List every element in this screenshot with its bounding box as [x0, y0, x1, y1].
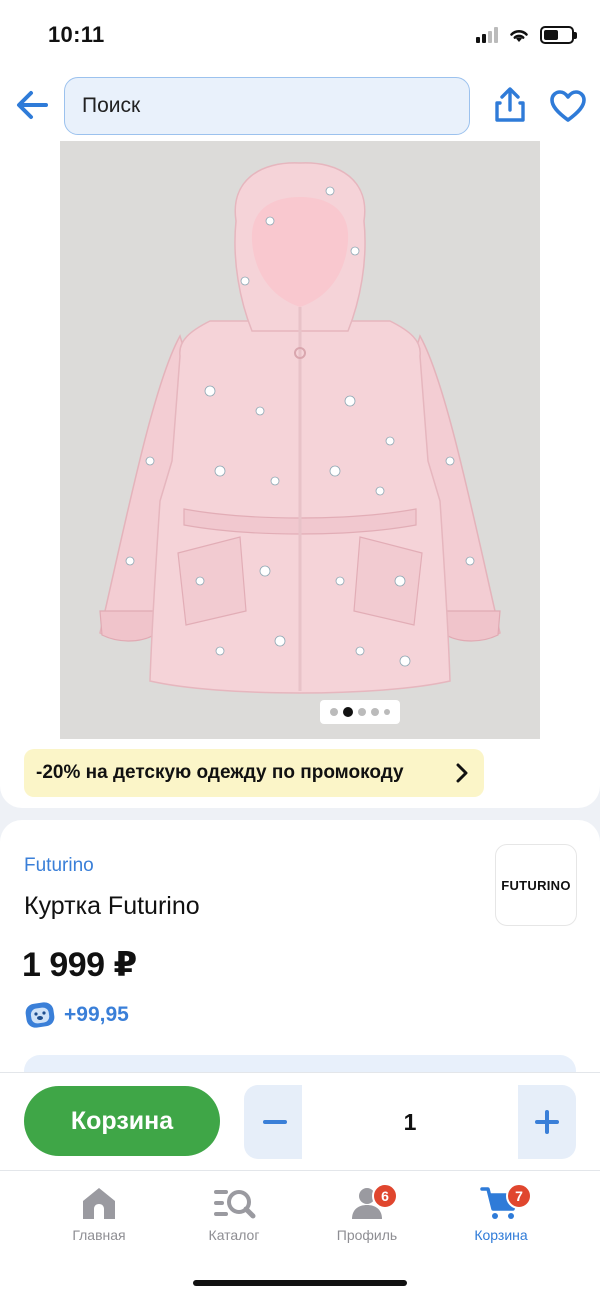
bonus-bear-icon — [25, 1002, 55, 1028]
minus-icon — [263, 1120, 287, 1124]
tab-label-catalog: Каталог — [208, 1227, 260, 1243]
home-icon — [83, 1188, 115, 1219]
favorite-heart-icon[interactable] — [549, 89, 587, 123]
search-field[interactable] — [64, 77, 470, 135]
gallery-dot[interactable] — [358, 708, 366, 716]
chevron-right-icon — [456, 763, 468, 783]
tab-label-cart: Корзина — [474, 1227, 528, 1243]
increase-quantity-button[interactable] — [524, 1099, 570, 1145]
product-price: 1 999 ₽ — [22, 946, 137, 984]
profile-badge: 6 — [372, 1183, 398, 1209]
brand-logo-text: FUTURINO — [501, 877, 571, 893]
bonus-value: +99,95 — [64, 1003, 129, 1026]
quantity-stepper: 1 — [244, 1085, 576, 1159]
promo-banner[interactable]: -20% на детскую одежду по промокоду — [24, 749, 484, 797]
gallery-dot[interactable] — [384, 709, 390, 715]
add-to-cart-button[interactable]: Корзина — [24, 1086, 220, 1156]
promo-text: -20% на детскую одежду по промокоду — [36, 762, 404, 783]
gallery-pagination[interactable] — [320, 700, 400, 724]
brand-logo[interactable]: FUTURINO — [495, 844, 577, 926]
tab-label-home: Главная — [72, 1227, 126, 1243]
search-input[interactable] — [65, 78, 469, 134]
cart-badge: 7 — [506, 1183, 532, 1209]
status-time: 10:11 — [48, 22, 105, 47]
product-title: Куртка Futurino — [24, 892, 200, 920]
tab-catalog[interactable]: Каталог — [179, 1185, 289, 1255]
product-gallery-card: -20% на детскую одежду по промокоду — [0, 138, 600, 808]
plus-icon-v — [545, 1110, 549, 1134]
product-image-jacket — [99, 162, 501, 694]
bottom-tab-bar: Главная Каталог Профиль 6 Корзина 7 — [0, 1170, 600, 1297]
status-icons — [476, 26, 577, 44]
tab-profile[interactable]: Профиль 6 — [312, 1183, 422, 1255]
product-image-gallery[interactable] — [60, 141, 540, 739]
wifi-icon — [510, 30, 528, 42]
home-indicator — [193, 1280, 407, 1286]
gallery-dot[interactable] — [330, 708, 338, 716]
share-icon[interactable] — [492, 86, 528, 124]
catalog-search-icon — [214, 1190, 256, 1219]
product-info-card: Futurino Куртка Futurino FUTURINO 1 999 … — [0, 820, 600, 1095]
tab-cart[interactable]: Корзина 7 — [446, 1183, 556, 1255]
quantity-value[interactable]: 1 — [302, 1085, 518, 1159]
brand-link[interactable]: Futurino — [24, 855, 94, 877]
cellular-signal-icon — [476, 27, 498, 43]
gallery-dot[interactable] — [371, 708, 379, 716]
gallery-dot-active[interactable] — [343, 707, 353, 717]
status-bar: 10:11 — [0, 0, 600, 72]
tab-home[interactable]: Главная — [44, 1185, 154, 1255]
back-arrow-icon[interactable] — [14, 86, 52, 124]
decrease-quantity-button[interactable] — [252, 1099, 298, 1145]
header — [0, 72, 600, 138]
battery-icon — [540, 26, 577, 44]
tab-label-profile: Профиль — [336, 1227, 398, 1243]
bonus-points[interactable]: +99,95 — [24, 1000, 129, 1030]
purchase-action-bar: Корзина 1 — [0, 1072, 600, 1170]
